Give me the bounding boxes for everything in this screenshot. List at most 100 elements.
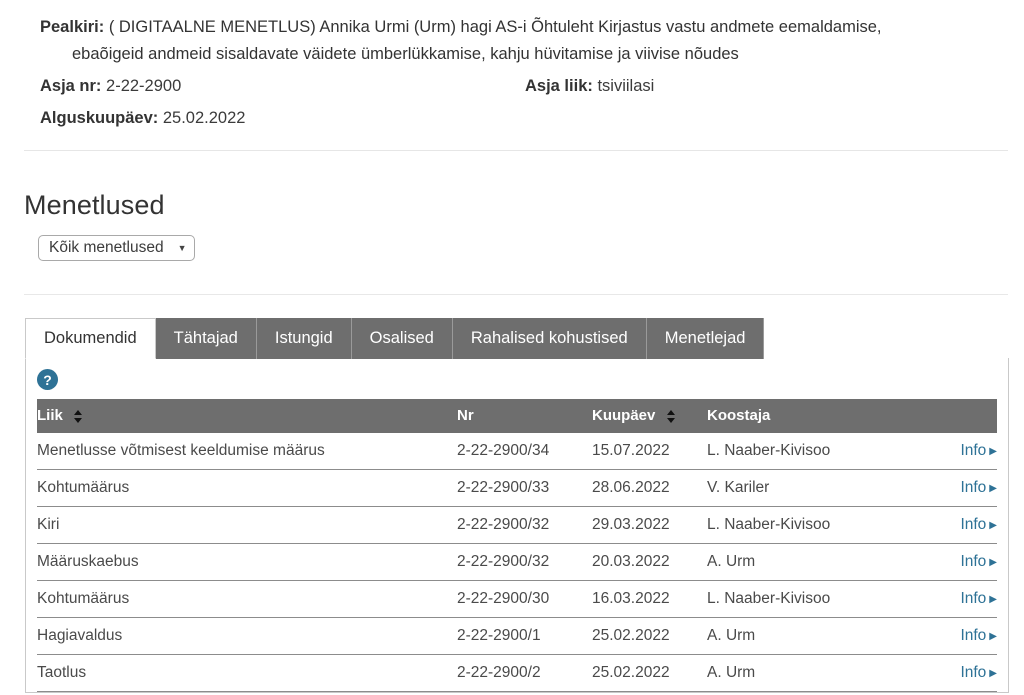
start-date-value: 25.02.2022 bbox=[162, 109, 246, 127]
cell-actions: Info ▶ bbox=[917, 469, 997, 507]
arrow-right-icon: ▶ bbox=[989, 668, 997, 679]
cell-kuupaev: 16.03.2022 bbox=[592, 580, 707, 618]
column-header-koostaja[interactable]: Koostaja bbox=[707, 399, 917, 433]
sort-arrows-icon[interactable] bbox=[666, 409, 676, 424]
chevron-down-icon: ▼ bbox=[177, 242, 187, 253]
case-title-line2: ebaõigeid andmeid sisaldavate väidete üm… bbox=[72, 45, 739, 63]
cell-liik: Kiri bbox=[37, 506, 457, 544]
cell-actions: Info ▶ bbox=[917, 433, 997, 470]
case-title: Pealkiri: ( DIGITAALNE MENETLUS) Annika … bbox=[40, 14, 990, 68]
arrow-right-icon: ▶ bbox=[989, 483, 997, 494]
column-header-nr[interactable]: Nr bbox=[457, 399, 592, 433]
case-number-value: 2-22-2900 bbox=[106, 77, 182, 95]
column-header-liik[interactable]: Liik bbox=[37, 399, 457, 433]
cell-kuupaev: 15.07.2022 bbox=[592, 433, 707, 470]
sort-arrows-icon[interactable] bbox=[74, 409, 83, 424]
cell-actions: Info ▶ bbox=[917, 617, 997, 655]
proceedings-filter-value: Kõik menetlused bbox=[49, 239, 164, 256]
tab-tahtajad[interactable]: Tähtajad bbox=[155, 318, 257, 359]
cell-koostaja: L. Naaber-Kivisoo bbox=[707, 580, 917, 618]
tab-dokumendid[interactable]: Dokumendid bbox=[25, 318, 156, 359]
header-divider bbox=[24, 150, 1008, 151]
case-number-label: Asja nr: bbox=[40, 77, 102, 95]
tabs-area: Dokumendid Tähtajad Istungid Osalised Ra… bbox=[0, 318, 1024, 359]
table-row[interactable]: Kiri 2-22-2900/32 29.03.2022 L. Naaber-K… bbox=[37, 506, 997, 544]
case-type-field: Asja liik: tsiviilasi bbox=[525, 73, 1000, 100]
column-header-actions bbox=[917, 399, 997, 433]
arrow-right-icon: ▶ bbox=[989, 594, 997, 605]
table-row[interactable]: Menetlusse võtmisest keeldumise määrus 2… bbox=[37, 433, 997, 470]
proceedings-section: Menetlused Kõik menetlused ▼ bbox=[0, 189, 1024, 261]
info-link[interactable]: Info ▶ bbox=[960, 479, 997, 496]
cell-actions: Info ▶ bbox=[917, 506, 997, 544]
tab-label: Osalised bbox=[369, 329, 434, 347]
tab-label: Menetlejad bbox=[664, 329, 746, 347]
table-row[interactable]: Taotlus 2-22-2900/2 25.02.2022 A. Urm In… bbox=[37, 654, 997, 692]
section-divider bbox=[24, 294, 1008, 295]
case-type-label: Asja liik: bbox=[525, 77, 593, 95]
cell-nr: 2-22-2900/32 bbox=[457, 506, 592, 544]
column-header-label: Koostaja bbox=[707, 407, 771, 424]
tab-menetlejad[interactable]: Menetlejad bbox=[646, 318, 765, 359]
tab-label: Dokumendid bbox=[44, 329, 137, 347]
cell-koostaja: L. Naaber-Kivisoo bbox=[707, 506, 917, 544]
cell-kuupaev: 29.03.2022 bbox=[592, 506, 707, 544]
table-row[interactable]: Kohtumäärus 2-22-2900/33 28.06.2022 V. K… bbox=[37, 469, 997, 507]
case-detail-page: Pealkiri: ( DIGITAALNE MENETLUS) Annika … bbox=[0, 0, 1024, 695]
cell-actions: Info ▶ bbox=[917, 654, 997, 692]
arrow-right-icon: ▶ bbox=[989, 557, 997, 568]
table-row[interactable]: Määruskaebus 2-22-2900/32 20.03.2022 A. … bbox=[37, 543, 997, 581]
tab-bar: Dokumendid Tähtajad Istungid Osalised Ra… bbox=[25, 318, 1024, 359]
help-icon[interactable]: ? bbox=[37, 369, 58, 390]
tab-istungid[interactable]: Istungid bbox=[256, 318, 352, 359]
cell-nr: 2-22-2900/1 bbox=[457, 617, 592, 655]
cell-liik: Määruskaebus bbox=[37, 543, 457, 581]
info-link[interactable]: Info ▶ bbox=[960, 627, 997, 644]
tab-label: Tähtajad bbox=[173, 329, 238, 347]
cell-liik: Hagiavaldus bbox=[37, 617, 457, 655]
case-title-label: Pealkiri: bbox=[40, 18, 105, 36]
info-link-label: Info bbox=[960, 590, 987, 607]
cell-koostaja: A. Urm bbox=[707, 543, 917, 581]
cell-koostaja: A. Urm bbox=[707, 654, 917, 692]
cell-kuupaev: 20.03.2022 bbox=[592, 543, 707, 581]
proceedings-filter-select[interactable]: Kõik menetlused ▼ bbox=[38, 235, 195, 261]
cell-actions: Info ▶ bbox=[917, 580, 997, 618]
info-link[interactable]: Info ▶ bbox=[960, 664, 997, 681]
documents-tab-panel: ? Liik Nr Kuupäev Koostaja Menetlusse võ… bbox=[25, 358, 1009, 693]
info-link-label: Info bbox=[960, 664, 987, 681]
info-link-label: Info bbox=[960, 553, 987, 570]
proceedings-filter-wrap: Kõik menetlused ▼ bbox=[38, 235, 1000, 261]
case-meta-row-1: Asja nr: 2-22-2900 Asja liik: tsiviilasi bbox=[40, 73, 1000, 100]
cell-kuupaev: 28.06.2022 bbox=[592, 469, 707, 507]
case-title-line1: ( DIGITAALNE MENETLUS) Annika Urmi (Urm)… bbox=[108, 18, 882, 36]
tab-label: Rahalised kohustised bbox=[470, 329, 628, 347]
table-row[interactable]: Kohtumäärus 2-22-2900/30 16.03.2022 L. N… bbox=[37, 580, 997, 618]
page-title: Menetlused bbox=[24, 190, 165, 220]
info-link[interactable]: Info ▶ bbox=[960, 590, 997, 607]
info-link[interactable]: Info ▶ bbox=[960, 553, 997, 570]
cell-kuupaev: 25.02.2022 bbox=[592, 654, 707, 692]
info-link[interactable]: Info ▶ bbox=[960, 516, 997, 533]
arrow-right-icon: ▶ bbox=[989, 631, 997, 642]
info-link[interactable]: Info ▶ bbox=[960, 442, 997, 459]
cell-liik: Kohtumäärus bbox=[37, 580, 457, 618]
cell-kuupaev: 25.02.2022 bbox=[592, 617, 707, 655]
documents-table: Liik Nr Kuupäev Koostaja Menetlusse võtm… bbox=[37, 399, 997, 692]
tab-rahalised-kohustised[interactable]: Rahalised kohustised bbox=[452, 318, 647, 359]
info-link-label: Info bbox=[960, 479, 987, 496]
cell-koostaja: L. Naaber-Kivisoo bbox=[707, 433, 917, 470]
table-row[interactable]: Hagiavaldus 2-22-2900/1 25.02.2022 A. Ur… bbox=[37, 617, 997, 655]
column-header-label: Nr bbox=[457, 407, 474, 424]
column-header-kuupaev[interactable]: Kuupäev bbox=[592, 399, 707, 433]
documents-table-body: Menetlusse võtmisest keeldumise määrus 2… bbox=[37, 433, 997, 692]
documents-table-head: Liik Nr Kuupäev Koostaja bbox=[37, 399, 997, 433]
cell-nr: 2-22-2900/2 bbox=[457, 654, 592, 692]
info-link-label: Info bbox=[960, 516, 987, 533]
start-date-field: Alguskuupäev: 25.02.2022 bbox=[40, 105, 525, 132]
tab-osalised[interactable]: Osalised bbox=[351, 318, 453, 359]
cell-koostaja: A. Urm bbox=[707, 617, 917, 655]
cell-actions: Info ▶ bbox=[917, 543, 997, 581]
cell-liik: Kohtumäärus bbox=[37, 469, 457, 507]
cell-liik: Taotlus bbox=[37, 654, 457, 692]
